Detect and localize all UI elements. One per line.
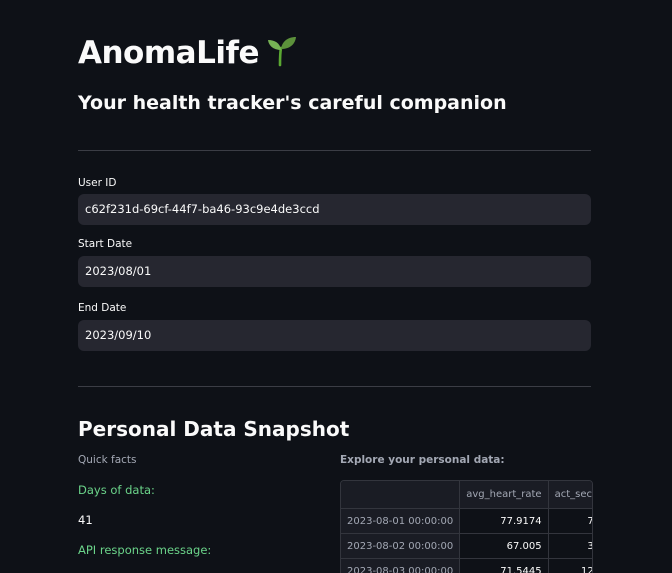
start-date-label: Start Date xyxy=(78,238,133,250)
table-row[interactable]: 2023-08-01 00:00:00 77.9174 7,770 xyxy=(341,508,592,534)
table-cell: 2023-08-02 00:00:00 xyxy=(341,533,461,559)
table-cell: 67.005 xyxy=(459,533,549,559)
table-cell: 71.5445 xyxy=(459,558,549,573)
table-cell: 77.9174 xyxy=(459,508,549,534)
app-title: AnomaLife xyxy=(78,33,297,77)
column-header[interactable]: avg_heart_rate xyxy=(459,481,549,509)
table-cell: 12,325 xyxy=(548,558,592,573)
end-date-label: End Date xyxy=(78,302,127,314)
data-table: avg_heart_rate act_seconds a 2023-08-01 … xyxy=(341,481,592,573)
app-page: AnomaLife Your health tracker's careful … xyxy=(0,0,672,573)
table-cell: 2023-08-03 00:00:00 xyxy=(341,558,461,573)
user-id-input[interactable]: c62f231d-69cf-44f7-ba46-93c9e4de3ccd xyxy=(78,194,591,225)
days-of-data-value: 41 xyxy=(78,513,93,527)
table-cell: 3,280 xyxy=(548,533,592,559)
quick-facts-label: Quick facts xyxy=(78,454,137,466)
divider-top xyxy=(78,150,591,151)
column-header[interactable] xyxy=(341,481,461,509)
api-response-label: API response message: xyxy=(78,543,212,557)
user-id-label: User ID xyxy=(78,177,117,189)
app-subtitle: Your health tracker's careful companion xyxy=(78,92,507,114)
table-row[interactable]: 2023-08-03 00:00:00 71.5445 12,325 xyxy=(341,558,592,573)
table-row[interactable]: 2023-08-02 00:00:00 67.005 3,280 xyxy=(341,533,592,559)
seedling-icon xyxy=(265,35,297,77)
app-title-text: AnomaLife xyxy=(78,35,259,71)
snapshot-title: Personal Data Snapshot xyxy=(78,417,350,441)
table-header-row: avg_heart_rate act_seconds a xyxy=(341,481,592,509)
table-cell: 2023-08-01 00:00:00 xyxy=(341,508,461,534)
explore-data-label: Explore your personal data: xyxy=(340,454,505,466)
data-table-container[interactable]: avg_heart_rate act_seconds a 2023-08-01 … xyxy=(340,480,593,573)
divider-middle xyxy=(78,386,591,387)
table-cell: 7,770 xyxy=(548,508,592,534)
column-header[interactable]: act_seconds xyxy=(548,481,592,509)
start-date-input[interactable]: 2023/08/01 xyxy=(78,256,591,287)
days-of-data-label: Days of data: xyxy=(78,483,155,497)
end-date-input[interactable]: 2023/09/10 xyxy=(78,320,591,351)
